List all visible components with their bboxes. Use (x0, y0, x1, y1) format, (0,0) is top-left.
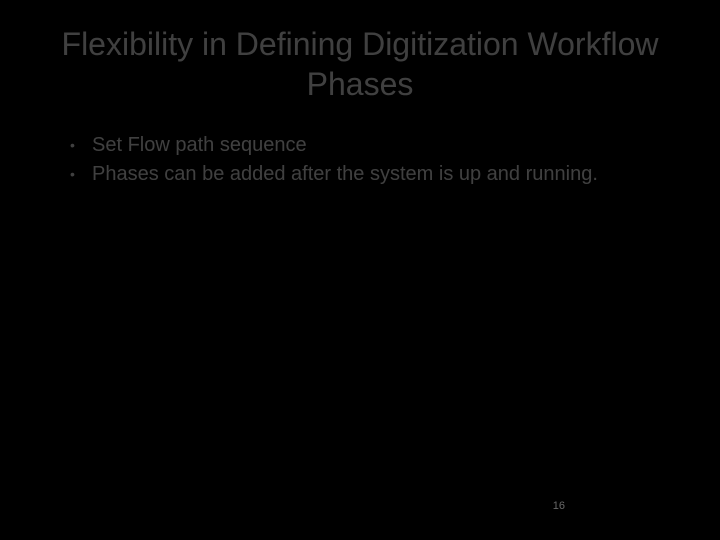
list-item: Phases can be added after the system is … (70, 161, 680, 188)
page-number: 16 (553, 500, 565, 512)
slide-title: Flexibility in Defining Digitization Wor… (40, 24, 680, 104)
list-item: Set Flow path sequence (70, 132, 680, 159)
slide-container: Flexibility in Defining Digitization Wor… (0, 0, 720, 540)
bullet-list: Set Flow path sequence Phases can be add… (40, 132, 680, 188)
